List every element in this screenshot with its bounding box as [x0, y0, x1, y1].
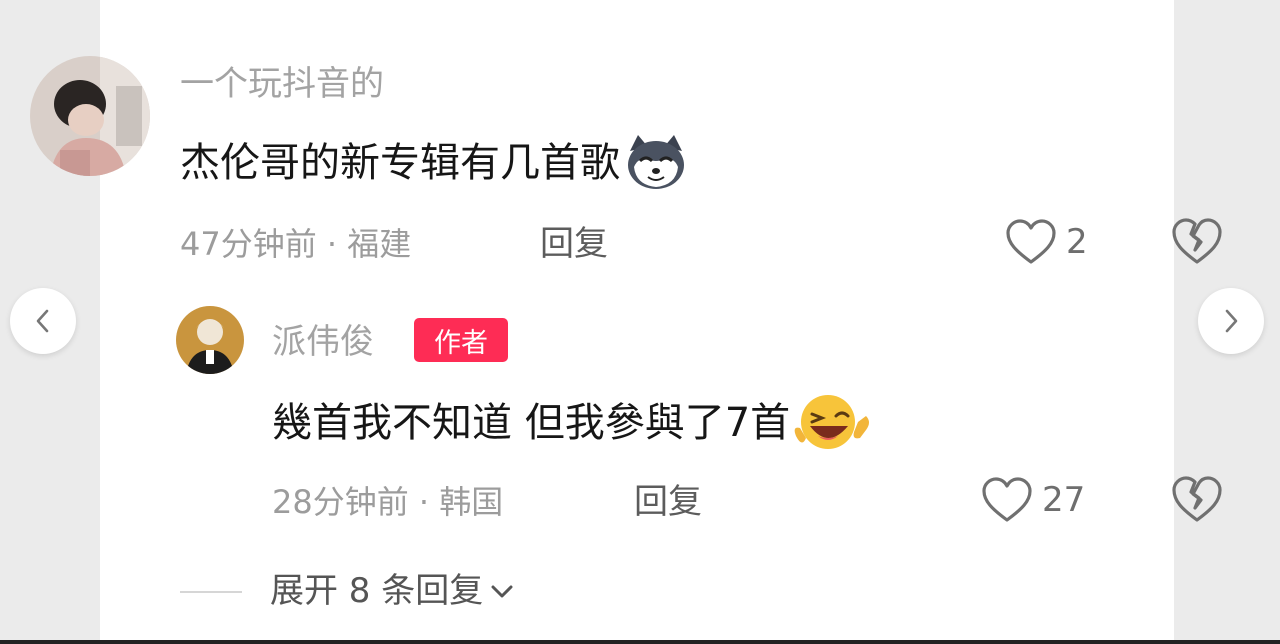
winking-laughing-face-icon: [794, 395, 870, 449]
comment-like-count: 2: [1066, 222, 1088, 262]
reply-like-count: 27: [1042, 480, 1086, 520]
comment-dislike-button[interactable]: [1170, 216, 1224, 270]
reply-text: 幾首我不知道 但我參與了7首: [272, 392, 872, 454]
reply-text-content: 幾首我不知道 但我參與了7首: [272, 400, 791, 446]
expand-replies-label: 展开 8 条回复: [270, 571, 484, 611]
comment-like-button[interactable]: 2: [1004, 216, 1088, 268]
chevron-down-icon: [491, 585, 513, 598]
reply-dislike-button[interactable]: [1170, 474, 1224, 528]
bottom-edge-bar: [0, 640, 1280, 644]
author-avatar[interactable]: [176, 306, 244, 374]
previous-button[interactable]: [10, 288, 76, 354]
author-badge: 作者: [414, 318, 508, 362]
comment-reply-button[interactable]: 回复: [540, 222, 608, 266]
husky-dog-emoji-icon: [628, 135, 684, 189]
chevron-left-icon: [36, 309, 49, 333]
chevron-right-icon: [1225, 309, 1238, 333]
expand-replies-button[interactable]: 展开 8 条回复: [270, 568, 515, 614]
reply-time-location: 28分钟前 · 韩国: [272, 483, 504, 521]
author-username[interactable]: 派伟俊: [272, 320, 374, 364]
comment-text-content: 杰伦哥的新专辑有几首歌: [180, 140, 620, 186]
comment-text: 杰伦哥的新专辑有几首歌: [180, 133, 688, 193]
next-button[interactable]: [1198, 288, 1264, 354]
heart-icon: [982, 477, 1032, 522]
commenter-avatar[interactable]: [30, 56, 150, 176]
reply-reply-button[interactable]: 回复: [634, 480, 702, 524]
commenter-username[interactable]: 一个玩抖音的: [180, 62, 384, 106]
broken-heart-icon: [1172, 218, 1222, 264]
reply-like-button[interactable]: 27: [980, 474, 1085, 526]
broken-heart-icon: [1172, 476, 1222, 522]
heart-icon: [1006, 219, 1056, 264]
expand-divider: [180, 591, 242, 593]
comment-time-location: 47分钟前 · 福建: [180, 225, 412, 263]
